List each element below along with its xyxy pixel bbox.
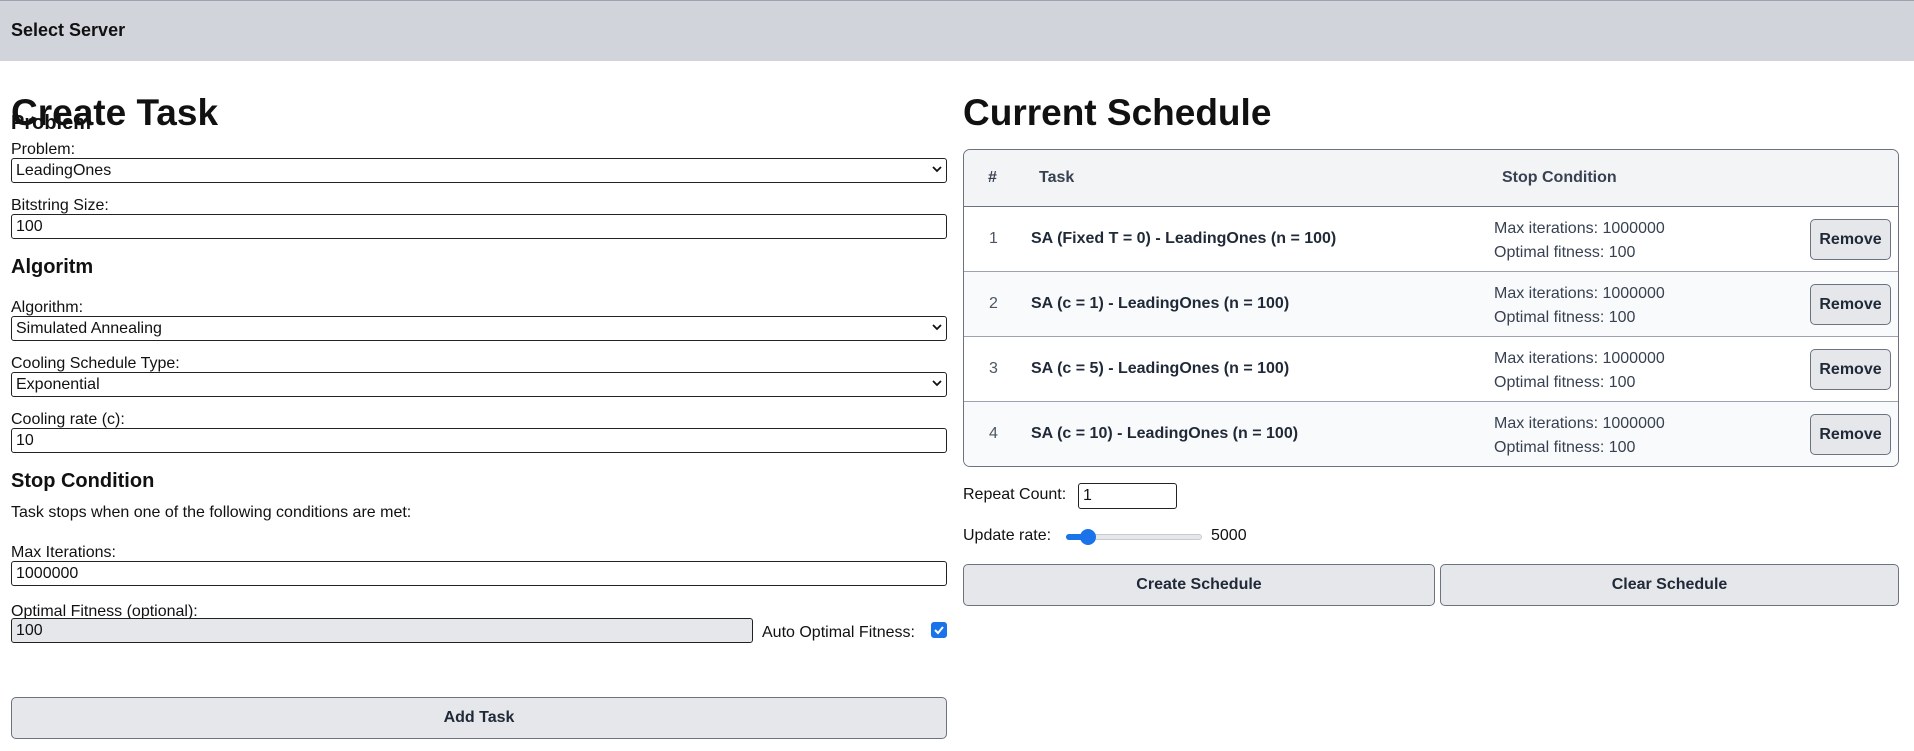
max-iterations-label: Max Iterations: bbox=[11, 544, 116, 561]
algorithm-heading: Algoritm bbox=[11, 256, 94, 278]
algorithm-select-value: Simulated Annealing bbox=[16, 320, 162, 337]
bitstring-size-input[interactable]: 100 bbox=[11, 214, 947, 239]
current-schedule-title: Current Schedule bbox=[963, 92, 1272, 133]
remove-button[interactable]: Remove bbox=[1810, 414, 1891, 455]
update-rate-label: Update rate: bbox=[963, 527, 1052, 544]
problem-label: Problem: bbox=[11, 141, 76, 158]
stop-condition-description: Task stops when one of the following con… bbox=[11, 504, 412, 521]
schedule-table-header: # Task Stop Condition bbox=[964, 150, 1898, 207]
remove-button[interactable]: Remove bbox=[1810, 284, 1891, 325]
row-optimal-fitness: Optimal fitness: 100 bbox=[1494, 374, 1636, 391]
row-max-iterations: Max iterations: 1000000 bbox=[1494, 415, 1665, 432]
auto-optimal-checkbox[interactable] bbox=[931, 622, 947, 638]
row-number: 1 bbox=[989, 230, 998, 247]
problem-heading: Problem bbox=[11, 112, 92, 134]
algorithm-label: Algorithm: bbox=[11, 299, 84, 316]
row-max-iterations: Max iterations: 1000000 bbox=[1494, 220, 1665, 237]
row-task: SA (c = 5) - LeadingOnes (n = 100) bbox=[1031, 360, 1290, 377]
remove-button[interactable]: Remove bbox=[1810, 219, 1891, 260]
cooling-rate-input[interactable]: 10 bbox=[11, 428, 947, 453]
update-rate-slider-thumb[interactable] bbox=[1080, 529, 1097, 545]
algorithm-select[interactable]: Simulated Annealing bbox=[11, 316, 947, 341]
table-row: 2 SA (c = 1) - LeadingOnes (n = 100) Max… bbox=[964, 272, 1898, 337]
cooling-type-label: Cooling Schedule Type: bbox=[11, 355, 180, 372]
row-stop-condition: Max iterations: 1000000 Optimal fitness:… bbox=[1494, 282, 1665, 330]
remove-button[interactable]: Remove bbox=[1810, 349, 1891, 390]
chevron-down-icon bbox=[932, 166, 942, 173]
select-server-button[interactable]: Select Server bbox=[11, 20, 125, 41]
row-optimal-fitness: Optimal fitness: 100 bbox=[1494, 244, 1636, 261]
auto-optimal-label: Auto Optimal Fitness: bbox=[762, 624, 915, 641]
update-rate-value: 5000 bbox=[1211, 527, 1247, 544]
row-number: 3 bbox=[989, 360, 998, 377]
stop-condition-heading: Stop Condition bbox=[11, 470, 155, 492]
table-row: 3 SA (c = 5) - LeadingOnes (n = 100) Max… bbox=[964, 337, 1898, 402]
table-row: 1 SA (Fixed T = 0) - LeadingOnes (n = 10… bbox=[964, 207, 1898, 272]
row-stop-condition: Max iterations: 1000000 Optimal fitness:… bbox=[1494, 217, 1665, 265]
row-max-iterations: Max iterations: 1000000 bbox=[1494, 285, 1665, 302]
add-task-button[interactable]: Add Task bbox=[11, 697, 947, 739]
row-max-iterations: Max iterations: 1000000 bbox=[1494, 350, 1665, 367]
problem-select[interactable]: LeadingOnes bbox=[11, 158, 947, 183]
column-header-num: # bbox=[988, 169, 997, 186]
chevron-down-icon bbox=[932, 380, 942, 387]
row-number: 4 bbox=[989, 425, 998, 442]
table-row: 4 SA (c = 10) - LeadingOnes (n = 100) Ma… bbox=[964, 402, 1898, 466]
create-schedule-button[interactable]: Create Schedule bbox=[963, 564, 1435, 606]
row-stop-condition: Max iterations: 1000000 Optimal fitness:… bbox=[1494, 347, 1665, 395]
bitstring-label: Bitstring Size: bbox=[11, 197, 109, 214]
clear-schedule-button[interactable]: Clear Schedule bbox=[1440, 564, 1899, 606]
row-task: SA (c = 10) - LeadingOnes (n = 100) bbox=[1031, 425, 1299, 442]
row-optimal-fitness: Optimal fitness: 100 bbox=[1494, 439, 1636, 456]
schedule-table: # Task Stop Condition 1 SA (Fixed T = 0)… bbox=[963, 149, 1899, 467]
max-iterations-input[interactable]: 1000000 bbox=[11, 561, 947, 586]
column-header-task: Task bbox=[1039, 169, 1075, 186]
row-task: SA (Fixed T = 0) - LeadingOnes (n = 100) bbox=[1031, 230, 1337, 247]
cooling-rate-label: Cooling rate (c): bbox=[11, 411, 125, 428]
optimal-fitness-input[interactable]: 100 bbox=[11, 618, 753, 643]
repeat-count-label: Repeat Count: bbox=[963, 486, 1067, 503]
column-header-stop: Stop Condition bbox=[1502, 169, 1617, 186]
repeat-count-input[interactable]: 1 bbox=[1078, 483, 1177, 509]
row-number: 2 bbox=[989, 295, 998, 312]
cooling-type-select-value: Exponential bbox=[16, 376, 100, 393]
check-icon bbox=[934, 626, 944, 635]
problem-select-value: LeadingOnes bbox=[16, 162, 112, 179]
row-optimal-fitness: Optimal fitness: 100 bbox=[1494, 309, 1636, 326]
row-stop-condition: Max iterations: 1000000 Optimal fitness:… bbox=[1494, 412, 1665, 460]
top-bar: Select Server bbox=[0, 0, 1914, 61]
row-task: SA (c = 1) - LeadingOnes (n = 100) bbox=[1031, 295, 1290, 312]
chevron-down-icon bbox=[932, 324, 942, 331]
cooling-type-select[interactable]: Exponential bbox=[11, 372, 947, 397]
